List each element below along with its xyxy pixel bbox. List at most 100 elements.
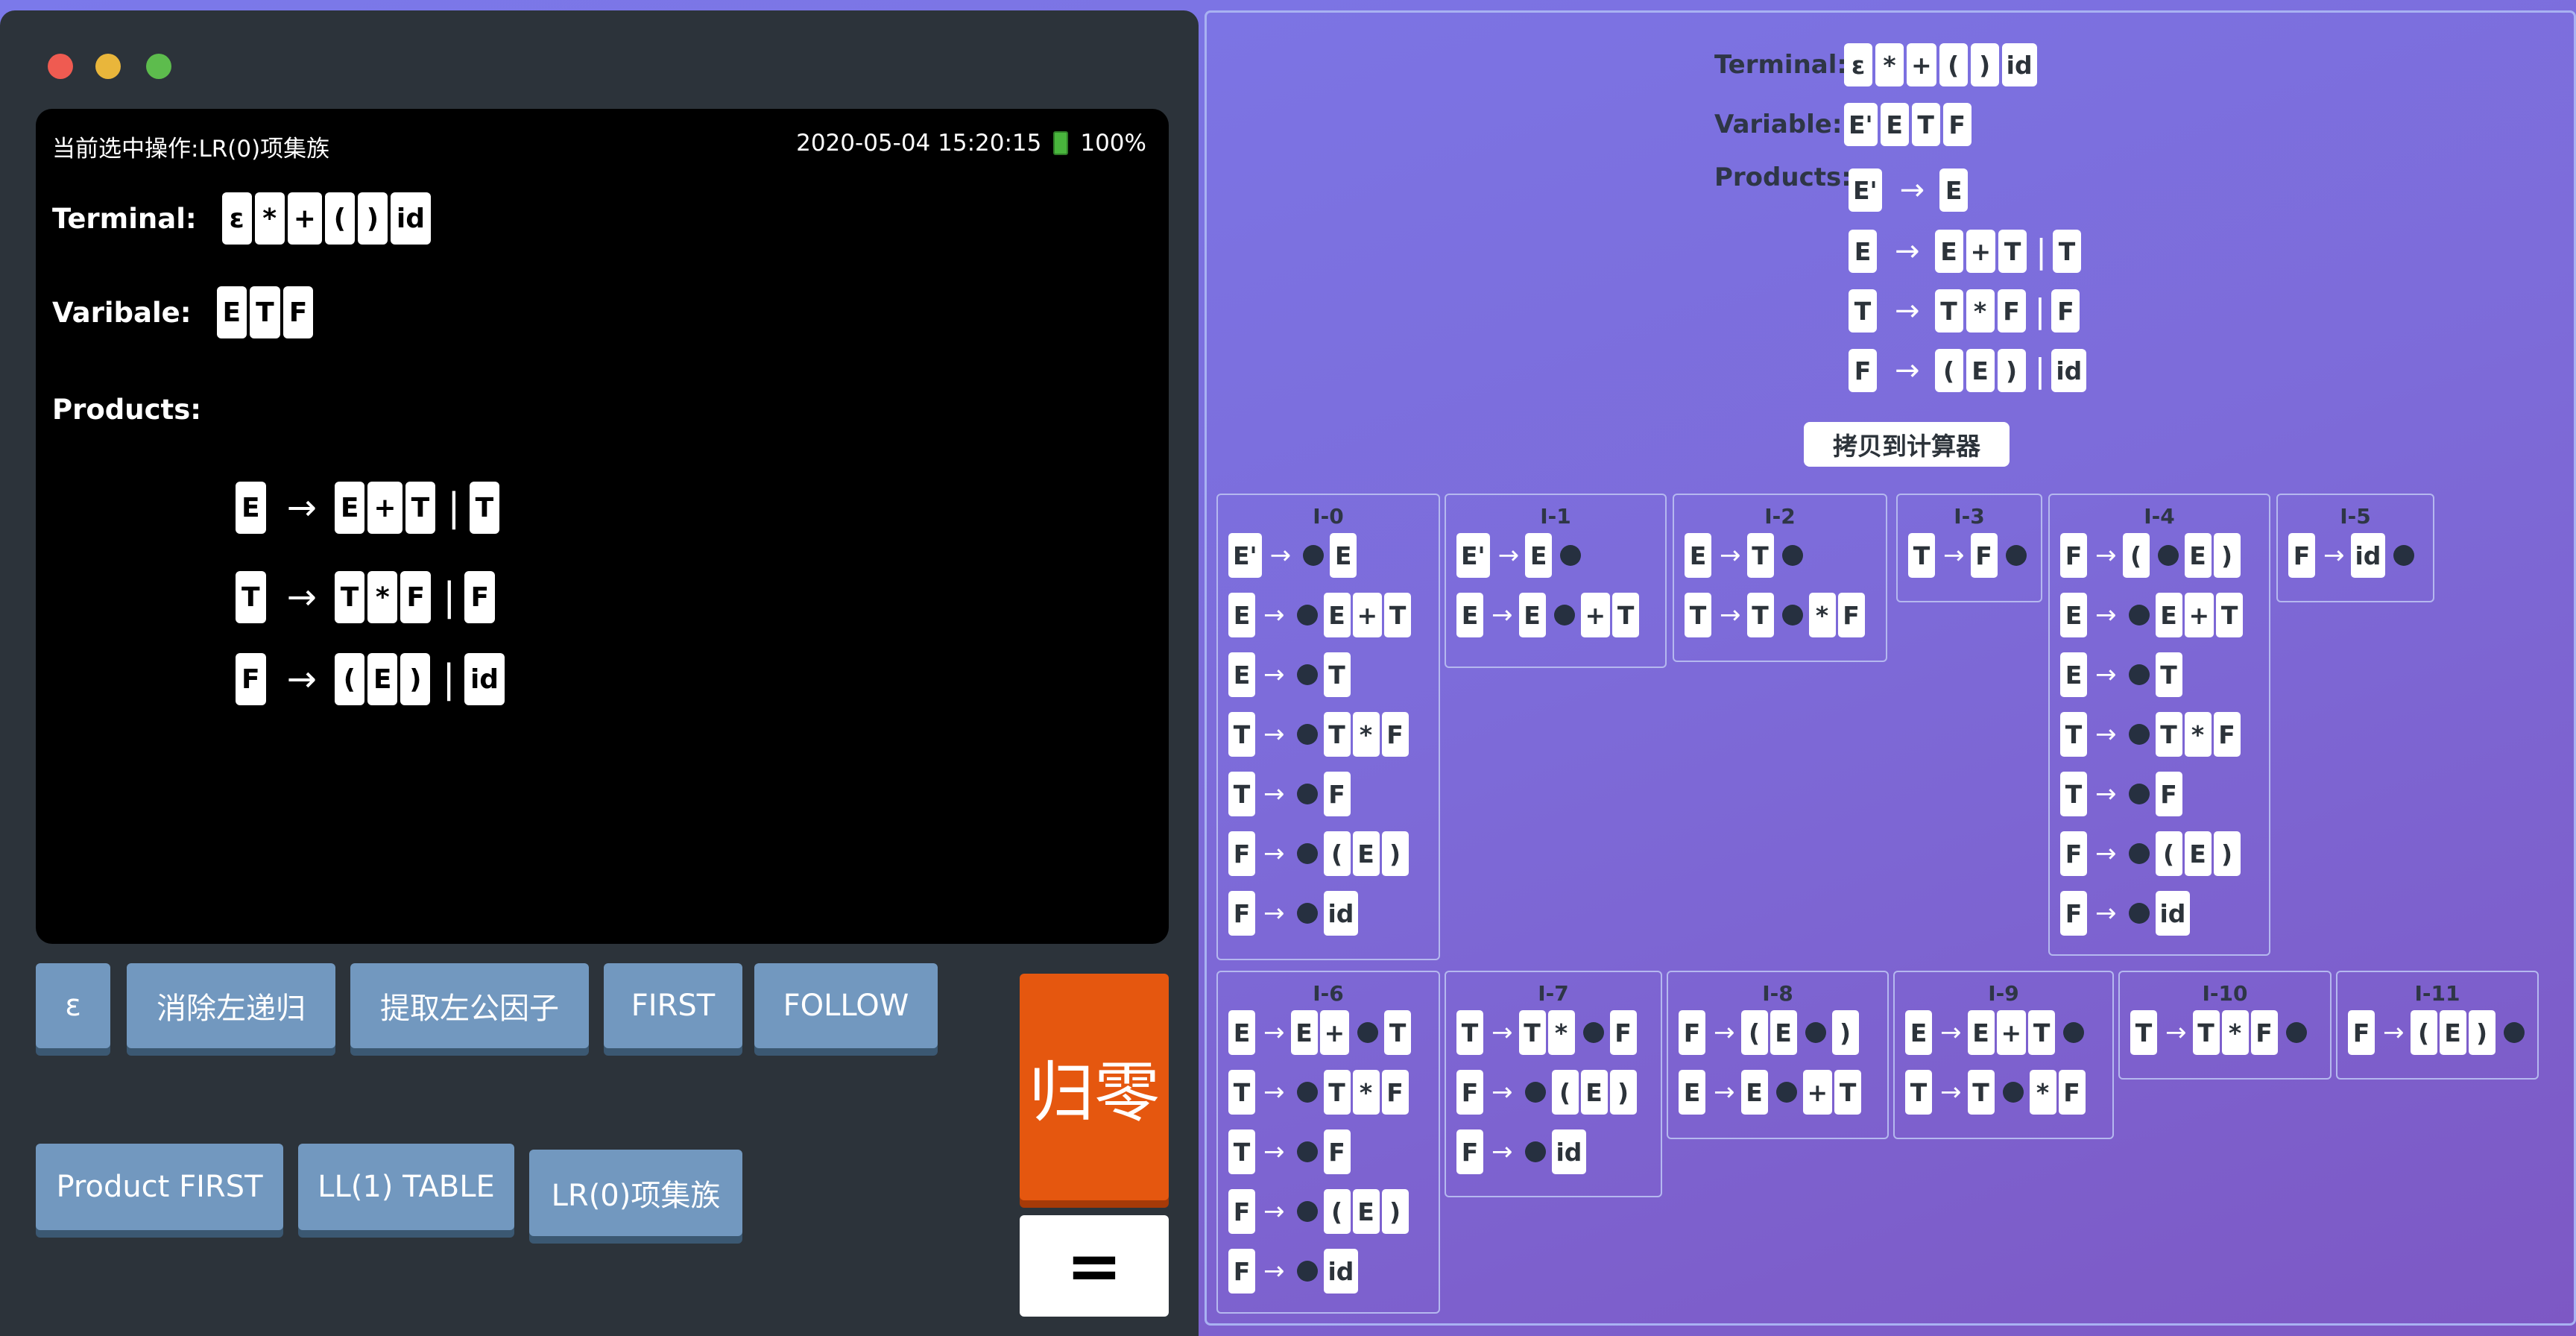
zoom-window-button[interactable]	[146, 54, 171, 79]
item-symbol: T	[2155, 652, 2182, 697]
alternative-separator: |	[442, 575, 456, 620]
item-dot-icon	[2393, 545, 2415, 566]
item-symbol: (	[1551, 1070, 1579, 1115]
product-alternative: E + T	[334, 482, 438, 534]
variable-symbol: T	[250, 286, 280, 338]
arrow-icon: →	[1263, 600, 1285, 630]
item-set-title: I-7	[1538, 981, 1569, 1006]
rhs-symbol: id	[464, 653, 505, 705]
remove-left-recursion-button[interactable]: 消除左递归	[127, 963, 335, 1048]
terminal-symbol: *	[254, 192, 285, 245]
zero-button[interactable]: 归零	[1020, 974, 1169, 1200]
product-lhs: E'	[1849, 168, 1882, 212]
rhs-symbol: F	[2051, 289, 2080, 333]
product-alternative: E + T	[1934, 230, 2030, 273]
status-clock: 2020-05-04 15:20:15 100%	[796, 130, 1146, 157]
arrow-icon: →	[1263, 1256, 1285, 1286]
variable-symbol: T	[1911, 103, 1940, 146]
lr0-item: E → E + T	[2060, 593, 2269, 637]
rhs-symbol: )	[400, 653, 431, 705]
item-symbol: T	[2192, 1010, 2220, 1055]
lr0-item: E' → E	[1456, 533, 1665, 578]
item-symbol: T	[1908, 533, 1935, 578]
item-symbol: F	[1228, 891, 1255, 936]
item-set-title: I-10	[2202, 981, 2248, 1006]
equals-button[interactable]: =	[1020, 1215, 1169, 1317]
grammar-terminal-list: ε * + ( ) id	[1844, 43, 2040, 86]
arrow-icon: →	[1263, 719, 1285, 749]
lr0-item: F → id	[1228, 891, 1439, 936]
terminal-symbol: (	[1939, 43, 1968, 86]
arrow-icon: →	[1895, 234, 1920, 268]
item-symbol: *	[1547, 1010, 1575, 1055]
product-first-button[interactable]: Product FIRST	[36, 1144, 283, 1230]
arrow-icon: →	[1263, 839, 1285, 869]
product-alternative: id	[2051, 349, 2089, 392]
item-symbol: E'	[1456, 533, 1490, 578]
battery-icon	[1053, 131, 1069, 155]
item-dot-icon	[2157, 545, 2179, 566]
item-symbol: T	[1228, 772, 1255, 816]
item-symbol: F	[2060, 533, 2087, 578]
item-symbol: E	[1323, 593, 1351, 637]
rhs-symbol: id	[2051, 349, 2087, 392]
item-symbol: E	[1330, 533, 1357, 578]
item-set-card: I-0 E' → E E → E + T E → T T → T * F T → F F →(E) F → id	[1216, 494, 1440, 960]
product-lhs: F	[1849, 349, 1877, 392]
item-set-title: I-8	[1762, 981, 1793, 1006]
item-dot-icon	[2128, 784, 2150, 804]
item-set-title: I-5	[2340, 504, 2371, 529]
ll1-table-button[interactable]: LL(1) TABLE	[298, 1144, 514, 1230]
item-set-title: I-11	[2414, 981, 2460, 1006]
product-row: T → T * F | F	[236, 571, 498, 623]
epsilon-button[interactable]: ε	[36, 963, 110, 1048]
arrow-icon: →	[1263, 1018, 1285, 1047]
item-dot-icon	[1303, 545, 1325, 566]
item-symbol: T	[1456, 1010, 1483, 1055]
product-alternative: (E)	[1934, 349, 2029, 392]
arrow-icon: →	[2095, 600, 2117, 630]
item-dot-icon	[1781, 605, 1803, 626]
product-alternative: T * F	[334, 571, 434, 623]
rhs-symbol: )	[1997, 349, 2026, 392]
terminal-symbol: +	[1907, 43, 1936, 86]
minimize-window-button[interactable]	[95, 54, 121, 79]
copy-to-calculator-button[interactable]: 拷贝到计算器	[1804, 422, 2010, 467]
item-symbol: *	[2029, 1070, 2056, 1115]
left-factoring-button[interactable]: 提取左公因子	[350, 963, 589, 1048]
item-symbol: F	[2155, 772, 2182, 816]
item-set-card: I-4 F →(E) E → E + T E → T T → T * F T → F F →(E) F → id	[2048, 494, 2270, 956]
item-symbol: T	[2060, 712, 2087, 757]
lr0-item: T → T * F	[1456, 1010, 1661, 1055]
first-button[interactable]: FIRST	[604, 963, 742, 1048]
product-lhs: T	[1849, 289, 1877, 333]
terminal-list: ε * + ( ) id	[221, 192, 434, 245]
follow-button[interactable]: FOLLOW	[754, 963, 938, 1048]
item-symbol: E	[1290, 1010, 1318, 1055]
rhs-symbol: F	[464, 571, 496, 623]
item-symbol: T	[1612, 593, 1640, 637]
item-set-card: I-5 F → id	[2276, 494, 2434, 602]
item-dot-icon	[1296, 1201, 1318, 1222]
product-row: E → E + T | T	[1849, 230, 2084, 273]
lr0-item: F →(E)	[1679, 1010, 1887, 1055]
rhs-symbol: (	[334, 653, 364, 705]
lr0-item: E → E + T	[1905, 1010, 2112, 1055]
item-set-card: I-8 F →(E) E → E + T	[1667, 971, 1889, 1139]
arrow-icon: →	[1491, 1018, 1513, 1047]
item-symbol: E	[1580, 1070, 1608, 1115]
item-symbol: E	[1685, 533, 1711, 578]
lr0-item: E → E + T	[1228, 1010, 1439, 1055]
item-symbol: F	[1609, 1010, 1637, 1055]
arrow-icon: →	[2095, 839, 2117, 869]
item-dot-icon	[1296, 664, 1318, 685]
alternative-separator: |	[2036, 232, 2047, 271]
arrow-icon: →	[1943, 541, 1965, 570]
rhs-symbol: T	[334, 571, 365, 623]
arrow-icon: →	[1263, 1197, 1285, 1226]
item-symbol: E	[2439, 1010, 2466, 1055]
close-window-button[interactable]	[48, 54, 73, 79]
lr0-item: F → id	[1456, 1129, 1661, 1174]
lr0-item: T → T * F	[2060, 712, 2269, 757]
lr0-items-button[interactable]: LR(0)项集族	[529, 1150, 742, 1236]
